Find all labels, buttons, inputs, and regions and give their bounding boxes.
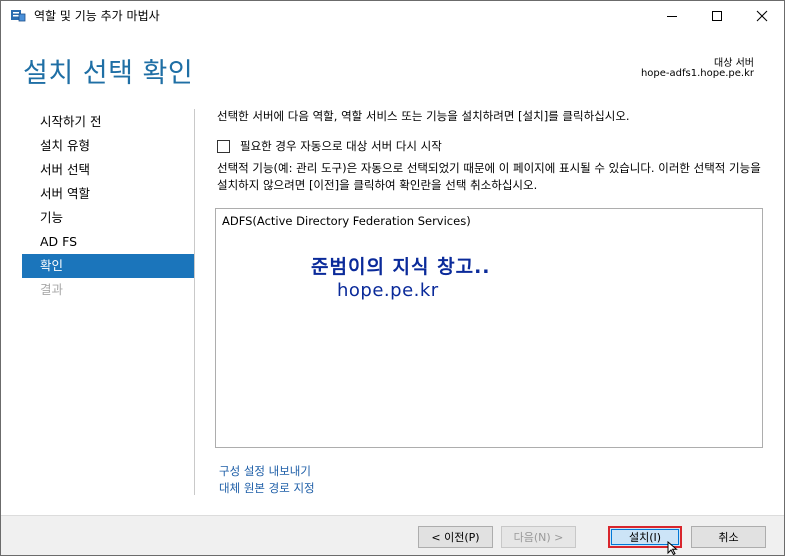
- previous-button[interactable]: < 이전(P): [418, 526, 493, 548]
- minimize-button[interactable]: [649, 1, 695, 30]
- nav-item-confirmation[interactable]: 확인: [22, 254, 194, 278]
- close-button[interactable]: [739, 1, 785, 30]
- restart-checkbox[interactable]: [217, 139, 230, 153]
- watermark-text: 준범이의 지식 창고..: [311, 256, 491, 278]
- nav-item-server-roles[interactable]: 서버 역할: [22, 182, 194, 206]
- server-manager-icon: [11, 10, 26, 22]
- sidebar-divider: [194, 109, 195, 495]
- target-server-label: 대상 서버: [714, 58, 754, 69]
- wizard-navigation: 시작하기 전 설치 유형 서버 선택 서버 역할 기능 AD FS 확인 결과: [22, 110, 194, 302]
- target-server-name: hope-adfs1.hope.pe.kr: [640, 68, 754, 79]
- window-title: 역할 및 기능 추가 마법사: [34, 9, 160, 23]
- maximize-button[interactable]: [694, 1, 740, 30]
- export-configuration-link[interactable]: 구성 설정 내보내기: [219, 463, 311, 479]
- nav-item-features[interactable]: 기능: [22, 206, 194, 230]
- maximize-icon: [712, 10, 722, 21]
- minimize-icon: [667, 15, 677, 17]
- alternate-source-link[interactable]: 대체 원본 경로 지정: [219, 480, 315, 496]
- mouse-cursor-icon: [667, 541, 678, 555]
- nav-item-server-selection[interactable]: 서버 선택: [22, 158, 194, 182]
- nav-item-results: 결과: [40, 282, 64, 297]
- nav-item-installation-type[interactable]: 설치 유형: [22, 134, 194, 158]
- list-item: ADFS(Active Directory Federation Service…: [222, 214, 471, 228]
- page-title: 설치 선택 확인: [23, 58, 194, 89]
- close-icon: [756, 10, 768, 21]
- optional-features-note: 선택적 기능(예: 관리 도구)은 자동으로 선택되었기 때문에 이 페이지에 …: [217, 161, 761, 192]
- wizard-window: 역할 및 기능 추가 마법사 설치 선택 확인 대상 서버 hope-adfs1…: [0, 0, 785, 556]
- nav-item-ad-fs[interactable]: AD FS: [22, 230, 194, 254]
- title-bar[interactable]: 역할 및 기능 추가 마법사: [1, 1, 784, 30]
- next-button: 다음(N) >: [501, 526, 576, 548]
- nav-item-before-you-begin[interactable]: 시작하기 전: [22, 110, 194, 134]
- restart-checkbox-label[interactable]: 필요한 경우 자동으로 대상 서버 다시 시작: [240, 138, 442, 154]
- selected-features-list[interactable]: ADFS(Active Directory Federation Service…: [215, 208, 763, 448]
- watermark-url: hope.pe.kr: [337, 280, 439, 301]
- restart-option[interactable]: 필요한 경우 자동으로 대상 서버 다시 시작: [217, 138, 442, 154]
- cancel-button[interactable]: 취소: [691, 526, 766, 548]
- intro-text: 선택한 서버에 다음 역할, 역할 서비스 또는 기능을 설치하려면 [설치]를…: [217, 109, 630, 123]
